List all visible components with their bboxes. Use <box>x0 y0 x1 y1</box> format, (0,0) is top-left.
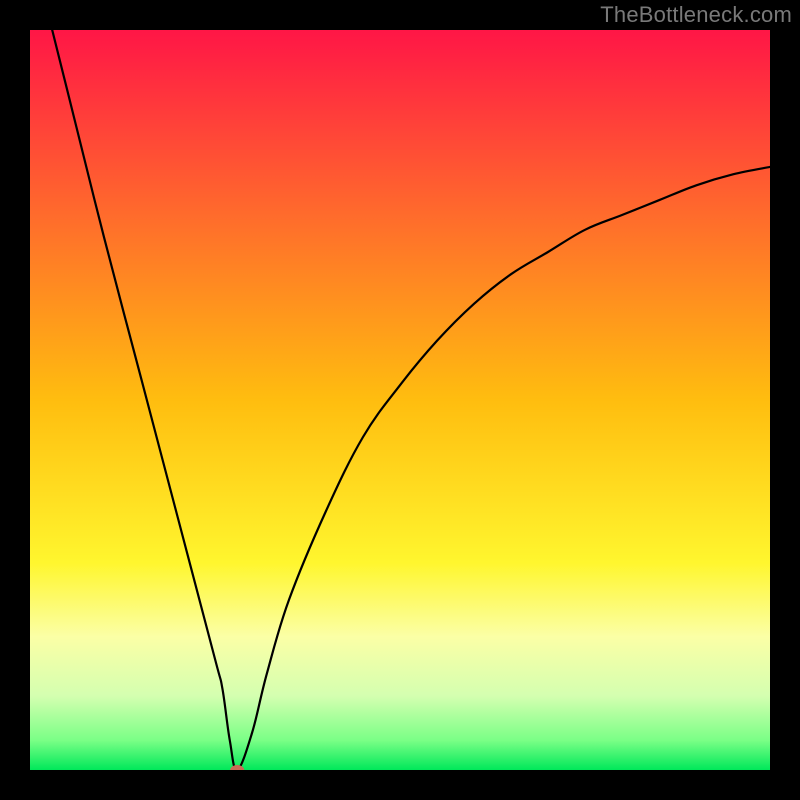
chart-frame: TheBottleneck.com <box>0 0 800 800</box>
watermark-label: TheBottleneck.com <box>600 2 792 28</box>
plot-background <box>30 30 770 770</box>
bottleneck-plot <box>30 30 770 770</box>
